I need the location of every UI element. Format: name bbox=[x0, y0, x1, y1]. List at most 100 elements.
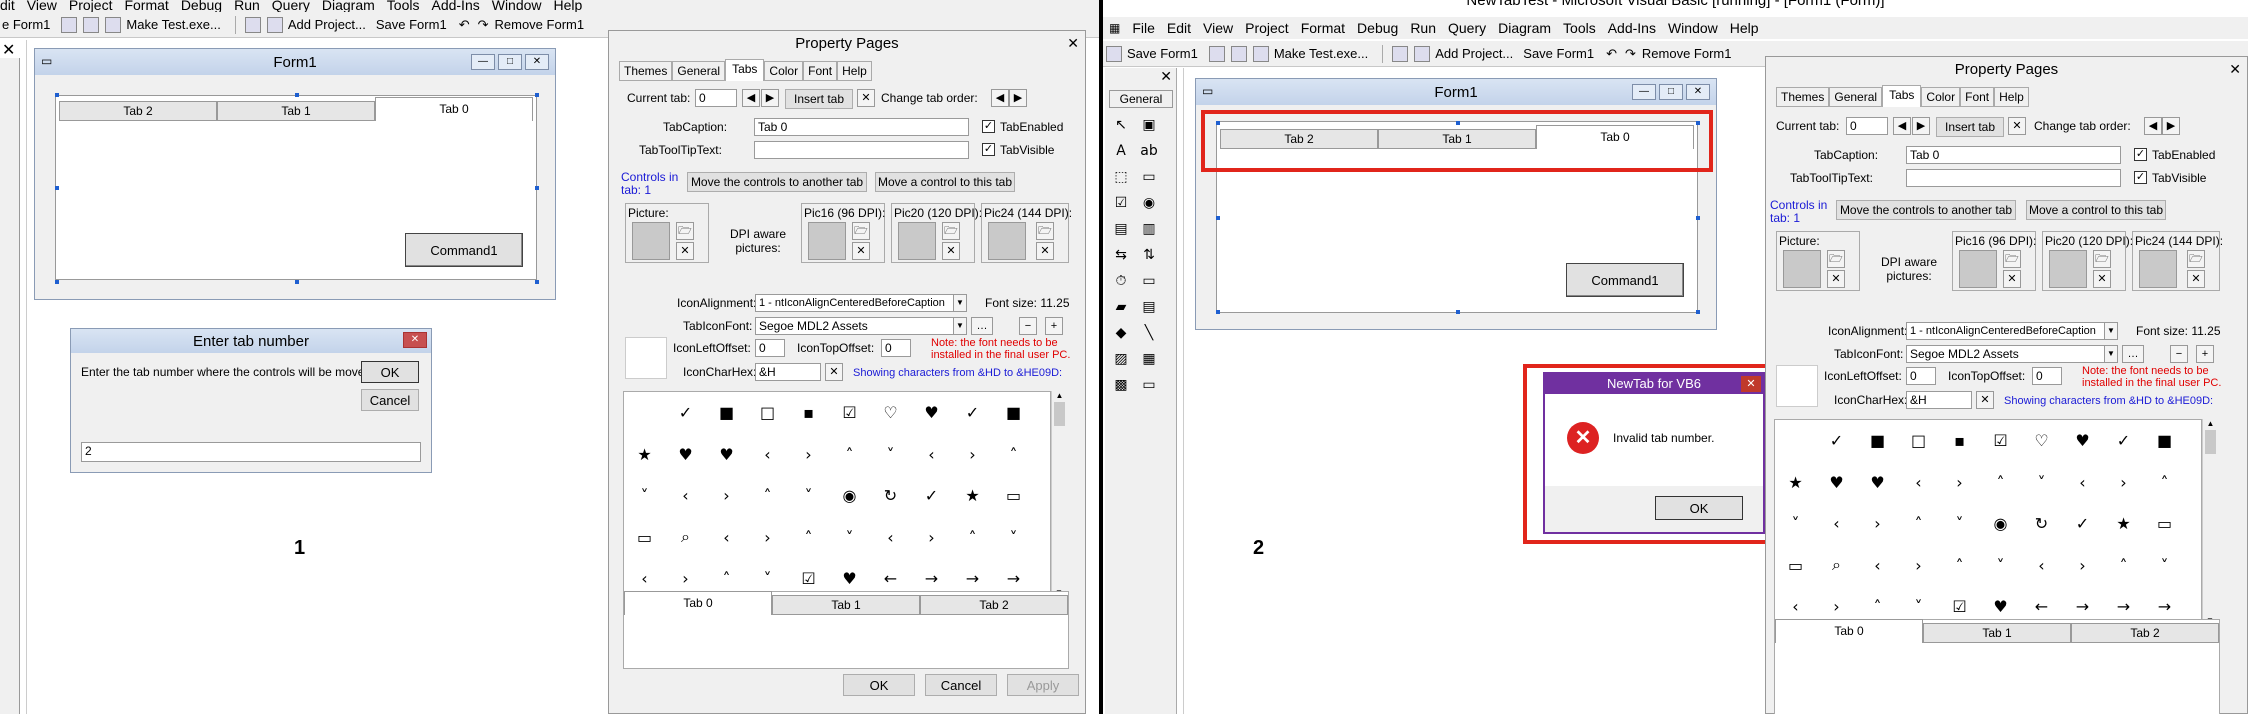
scroll-thumb[interactable] bbox=[1054, 402, 1065, 426]
checkbox-icon[interactable]: ☑ bbox=[1112, 194, 1130, 212]
pic20-browse-button[interactable]: 🗁 bbox=[942, 222, 960, 240]
save-form-button[interactable]: Save Form1 bbox=[1127, 46, 1198, 61]
selection-handle[interactable] bbox=[55, 93, 59, 97]
vscroll-icon[interactable]: ⇅ bbox=[1140, 246, 1158, 264]
pic20-clear-button[interactable]: ✕ bbox=[2093, 270, 2111, 288]
preview-tab-2[interactable]: Tab 2 bbox=[920, 595, 1068, 615]
newtab-icon[interactable]: ▭ bbox=[1140, 376, 1158, 394]
commandbutton-icon[interactable]: ▭ bbox=[1140, 168, 1158, 186]
selection-handle[interactable] bbox=[1696, 216, 1700, 220]
remove-tab-button[interactable]: ✕ bbox=[2008, 117, 2026, 135]
move-control-button[interactable]: Move a control to this tab bbox=[2026, 200, 2166, 220]
ole-icon[interactable]: ▩ bbox=[1112, 376, 1130, 394]
font-picker-button[interactable]: … bbox=[2122, 345, 2144, 363]
glyph-cell[interactable]: ‹ bbox=[1857, 545, 1898, 587]
glyph-cell[interactable]: ▭ bbox=[1775, 545, 1816, 587]
glyph-cell[interactable]: ˅ bbox=[2021, 462, 2062, 504]
tab-general[interactable]: General bbox=[672, 61, 726, 81]
menu-file[interactable]: File bbox=[1126, 20, 1161, 36]
glyph-cell[interactable]: › bbox=[911, 517, 952, 559]
icon-char-hex-input[interactable]: &H bbox=[755, 363, 821, 381]
glyph-cell[interactable]: ✓ bbox=[1816, 420, 1857, 462]
preview-tab-1[interactable]: Tab 1 bbox=[772, 595, 920, 615]
icon-char-clear-button[interactable]: ✕ bbox=[1976, 391, 1994, 409]
glyph-cell[interactable]: □ bbox=[747, 392, 788, 434]
tab-help[interactable]: Help bbox=[1994, 87, 2029, 107]
make-icon[interactable] bbox=[1252, 45, 1269, 62]
database-icon[interactable] bbox=[1208, 45, 1225, 62]
glyph-cell[interactable]: ‹ bbox=[1898, 462, 1939, 504]
textbox-icon[interactable]: ab bbox=[1140, 142, 1158, 160]
glyph-cell[interactable]: ♥ bbox=[1816, 462, 1857, 504]
icon-alignment-dropdown-icon[interactable]: ▼ bbox=[953, 294, 967, 312]
pointer-icon[interactable]: ↖ bbox=[1112, 116, 1130, 134]
database-icon[interactable] bbox=[61, 16, 78, 33]
command1-button[interactable]: Command1 bbox=[405, 233, 523, 267]
glyph-cell[interactable]: ■ bbox=[993, 392, 1034, 434]
remove-form-button[interactable]: Remove Form1 bbox=[495, 17, 585, 32]
glyph-cell[interactable]: ˄ bbox=[747, 475, 788, 517]
menu-edit[interactable]: Edit bbox=[1161, 20, 1197, 36]
menu-project[interactable]: Project bbox=[1239, 20, 1295, 36]
glyph-cell[interactable]: ˄ bbox=[2144, 462, 2185, 504]
toolbar-form-label[interactable]: e Form1 bbox=[2, 17, 50, 32]
menu-window[interactable]: Window bbox=[1662, 20, 1724, 36]
selection-handle[interactable] bbox=[1696, 310, 1700, 314]
selection-handle[interactable] bbox=[55, 186, 59, 190]
glyph-cell[interactable]: ‹ bbox=[911, 434, 952, 476]
selection-handle[interactable] bbox=[535, 280, 539, 284]
tab-icon-font-select[interactable]: Segoe MDL2 Assets bbox=[755, 317, 955, 335]
glyph-grid-scrollbar[interactable]: ▲ ▼ bbox=[2202, 419, 2218, 625]
msgbox-ok-button[interactable]: OK bbox=[1655, 496, 1743, 520]
prev-tab-button[interactable]: ◀ bbox=[1893, 117, 1911, 135]
menu-format[interactable]: Format bbox=[1295, 20, 1351, 36]
preview-tab-1[interactable]: Tab 1 bbox=[1923, 623, 2071, 643]
make-exe-button[interactable]: Make Test.exe... bbox=[1274, 46, 1368, 61]
icon-char-hex-input[interactable]: &H bbox=[1906, 391, 1972, 409]
menu-view[interactable]: View bbox=[1197, 20, 1239, 36]
icon-top-offset-input[interactable]: 0 bbox=[881, 339, 911, 357]
glyph-cell[interactable]: ★ bbox=[2103, 503, 2144, 545]
component-icon[interactable] bbox=[1230, 45, 1247, 62]
tab-number-input[interactable]: 2 bbox=[81, 442, 421, 462]
glyph-cell[interactable]: ⌕ bbox=[665, 517, 706, 559]
maximize-button[interactable]: □ bbox=[498, 54, 522, 70]
insert-tab-button[interactable]: Insert tab bbox=[785, 89, 853, 109]
glyph-cell[interactable]: ☑ bbox=[1980, 420, 2021, 462]
combobox-icon[interactable]: ▤ bbox=[1112, 220, 1130, 238]
save-form-button-2[interactable]: Save Form1 bbox=[1523, 46, 1594, 61]
glyph-cell[interactable]: ◉ bbox=[1980, 503, 2021, 545]
tab-themes[interactable]: Themes bbox=[619, 61, 673, 81]
glyph-cell[interactable]: ‹ bbox=[1816, 503, 1857, 545]
minimize-button[interactable]: — bbox=[471, 54, 495, 70]
glyph-cell[interactable]: ˄ bbox=[952, 517, 993, 559]
glyph-cell[interactable]: ˅ bbox=[1980, 545, 2021, 587]
preview-tab-0[interactable]: Tab 0 bbox=[624, 591, 772, 615]
maximize-button[interactable]: □ bbox=[1659, 84, 1683, 100]
glyph-cell[interactable]: ˅ bbox=[788, 475, 829, 517]
remove-tab-button[interactable]: ✕ bbox=[857, 89, 875, 107]
tab-themes[interactable]: Themes bbox=[1776, 87, 1830, 107]
glyph-cell[interactable]: ♥ bbox=[706, 434, 747, 476]
scroll-thumb[interactable] bbox=[2205, 430, 2216, 454]
glyph-cell[interactable]: ■ bbox=[706, 392, 747, 434]
glyph-cell[interactable]: ˄ bbox=[1939, 545, 1980, 587]
toolbox-title[interactable]: General bbox=[1109, 90, 1173, 108]
glyph-cell[interactable]: › bbox=[1898, 545, 1939, 587]
insert-tab-button[interactable]: Insert tab bbox=[1936, 117, 2004, 137]
glyph-cell[interactable]: ˅ bbox=[829, 517, 870, 559]
glyph-cell[interactable]: › bbox=[706, 475, 747, 517]
redo-icon[interactable]: ↷ bbox=[1625, 46, 1636, 62]
glyph-cell[interactable]: › bbox=[2103, 462, 2144, 504]
tab-tabs[interactable]: Tabs bbox=[725, 59, 765, 81]
glyph-cell[interactable]: ‹ bbox=[2021, 545, 2062, 587]
command1-button[interactable]: Command1 bbox=[1566, 263, 1684, 297]
move-control-button[interactable]: Move a control to this tab bbox=[875, 172, 1015, 192]
glyph-cell[interactable]: › bbox=[2062, 545, 2103, 587]
ok-button[interactable]: OK bbox=[843, 674, 915, 696]
tab-caption-input[interactable]: Tab 0 bbox=[1906, 146, 2121, 164]
selection-handle[interactable] bbox=[295, 280, 299, 284]
glyph-cell[interactable]: ˄ bbox=[993, 434, 1034, 476]
move-controls-button[interactable]: Move the controls to another tab bbox=[1836, 200, 2016, 220]
add-project-button[interactable]: Add Project... bbox=[1435, 46, 1513, 61]
